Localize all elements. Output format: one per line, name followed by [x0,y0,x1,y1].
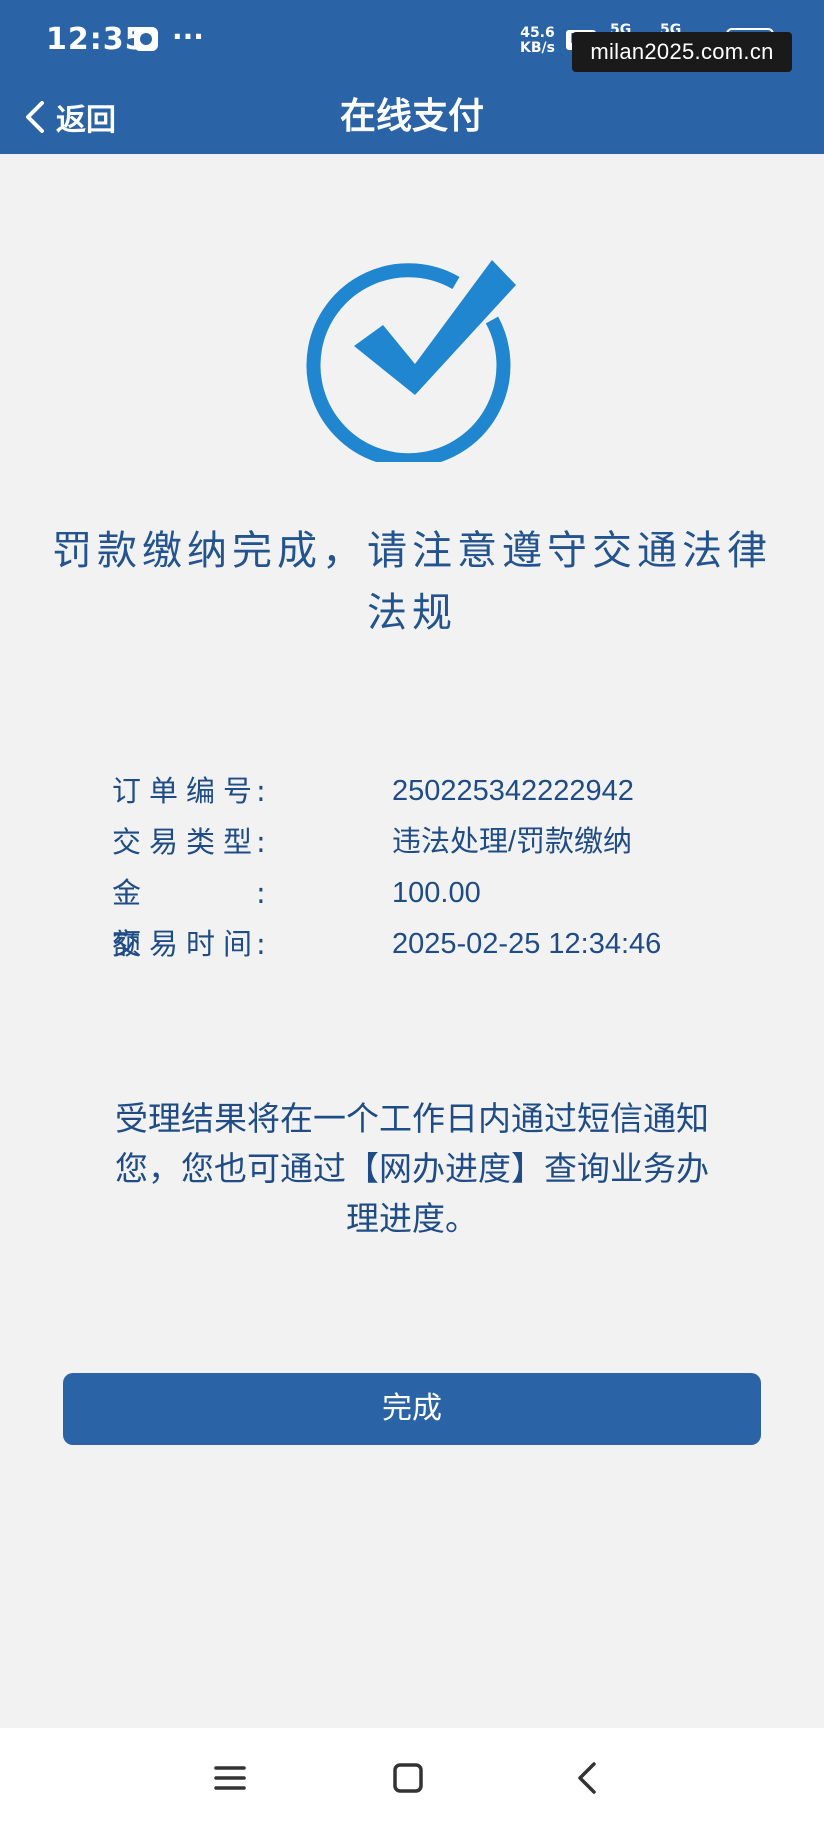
done-button[interactable]: 完成 [63,1373,761,1445]
app-notification-icon [134,27,158,51]
network-speed-value: 45.6 [520,25,555,41]
menu-icon[interactable] [208,1756,252,1800]
detail-key-text: 交易类型 [112,825,261,859]
detail-key-time: 交易时间 [112,919,272,970]
detail-key-text: 交易时间 [112,927,261,961]
result-message: 罚款缴纳完成，请注意遵守交通法律法规 [52,528,772,636]
detail-colon: : [256,927,266,961]
home-square-icon[interactable] [386,1756,430,1800]
back-button[interactable]: 返回 [22,92,116,142]
detail-row-time: 交易时间 : 2025-02-25 12:34:46 [112,919,752,970]
detail-key-type: 交易类型 [112,817,272,868]
notice-text: 受理结果将在一个工作日内通过短信通知您，您也可通过【网办进度】查询业务办理进度。 [115,1099,709,1238]
check-circle-icon [306,260,516,462]
back-arrow-icon[interactable] [566,1756,610,1800]
watermark: milan2025.com.cn [572,32,792,72]
detail-value-amount: 100.00 [392,877,481,909]
transaction-details: 订单编号 : 250225342222942 交易类型 : 违法处理/罚款缴纳 … [112,766,752,970]
detail-row-amount: 金额 : 100.00 [112,868,752,961]
back-label: 返回 [56,103,116,138]
detail-key-text: 订单编号 [112,774,261,808]
detail-row-order-no: 订单编号 : 250225342222942 [112,766,752,817]
detail-colon: : [256,774,266,808]
system-nav-bar [0,1728,824,1831]
network-speed-unit: KB/s [520,40,555,56]
detail-value-order-no: 250225342222942 [392,775,634,807]
more-notifications-icon: ··· [172,20,204,53]
detail-row-type: 交易类型 : 违法处理/罚款缴纳 [112,817,752,868]
page-title: 在线支付 [339,96,484,137]
detail-colon: : [256,825,266,859]
network-speed: 45.6 KB/s [520,26,555,56]
detail-colon: : [256,876,266,910]
detail-key-order-no: 订单编号 [112,766,272,817]
detail-value-type: 违法处理/罚款缴纳 [392,826,633,858]
detail-value-time: 2025-02-25 12:34:46 [392,928,662,960]
header-bar: 在线支付 返回 [0,80,824,154]
status-time: 12:35 [46,22,147,57]
chevron-left-icon [26,101,44,133]
